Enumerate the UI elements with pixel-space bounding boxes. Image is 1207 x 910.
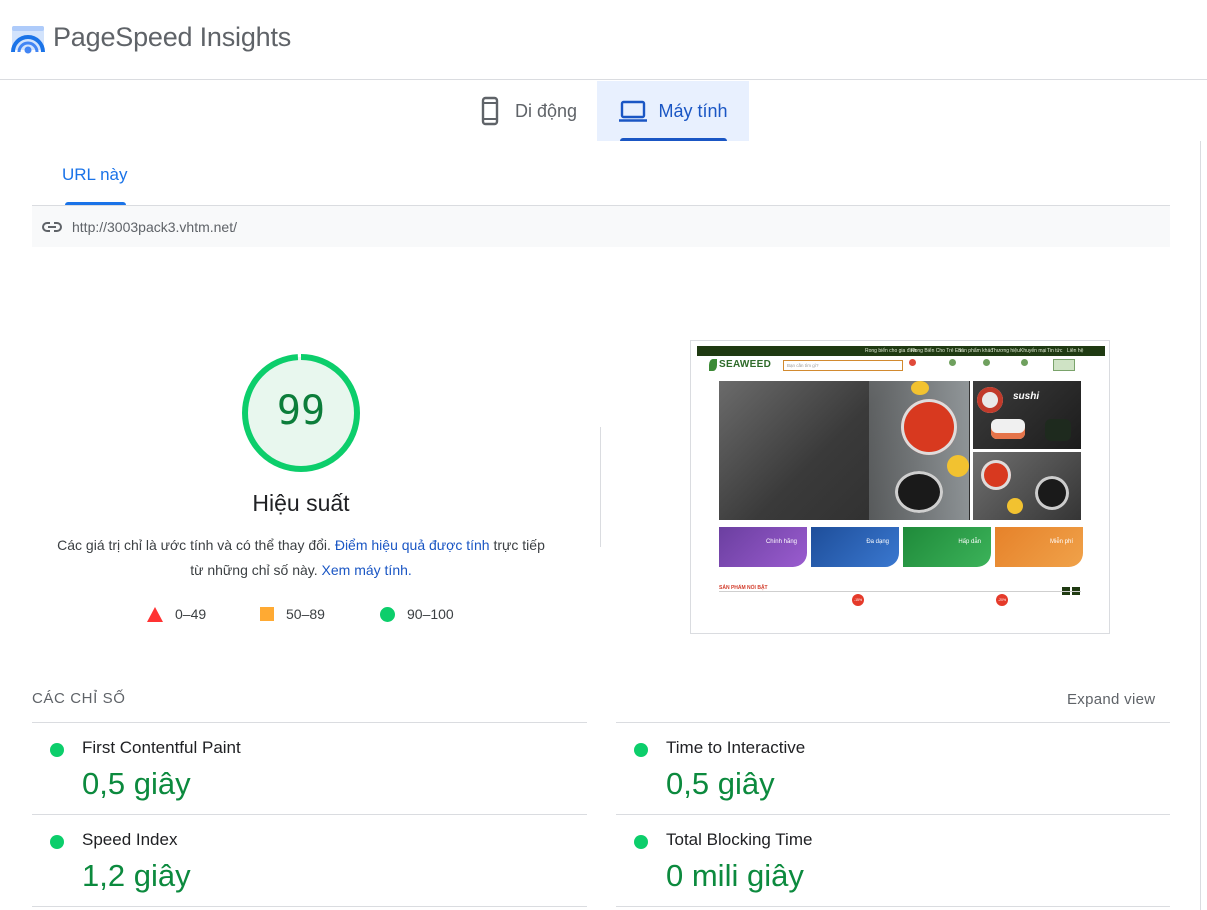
url-bar: http://3003pack3.vhtm.net/: [32, 205, 1170, 247]
metric-divider: [32, 906, 587, 907]
thumb-card: Chính hãng: [719, 527, 807, 567]
triangle-icon: [147, 606, 163, 622]
thumb-card-label: Đa dạng: [866, 539, 889, 545]
thumb-badge-icon: [949, 359, 979, 373]
thumb-search: Bạn cần tìm gì?: [783, 360, 903, 371]
app-title: PageSpeed Insights: [53, 22, 292, 52]
metric-total-blocking-time: Total Blocking Time 0 mili giây: [616, 815, 1171, 905]
square-icon: [260, 607, 274, 621]
pass-circle-icon: [634, 835, 648, 849]
device-tabs: Di động Máy tính: [0, 81, 1207, 141]
metric-first-contentful-paint: First Contentful Paint 0,5 giây: [32, 723, 587, 813]
metrics-title: CÁC CHỈ SỐ: [32, 690, 126, 707]
metric-value: 1,2 giây: [82, 858, 191, 893]
metric-value: 0,5 giây: [666, 766, 775, 801]
thumb-sushi-label: sushi: [1013, 391, 1040, 402]
thumb-sushi-image: sushi: [973, 381, 1081, 449]
thumb-cart-icon: [1053, 359, 1075, 371]
pass-circle-icon: [50, 835, 64, 849]
thumb-card-label: Hấp dẫn: [958, 539, 981, 545]
legend-item-pass: 90–100: [380, 606, 454, 622]
thumb-card-label: Chính hãng: [765, 539, 797, 545]
thumb-nav-link: Thương hiệu: [991, 348, 1020, 354]
thumb-nav-link: Liên hệ: [1067, 348, 1084, 354]
legend-item-average: 50–89: [260, 606, 325, 622]
smartphone-icon: [481, 96, 499, 126]
thumb-topbar: Rong biển cho gia đình Rong Biển Cho Trẻ…: [697, 346, 1105, 356]
thumb-hero-image: [719, 381, 970, 520]
pass-circle-icon: [634, 743, 648, 757]
tab-desktop[interactable]: Máy tính: [597, 81, 749, 141]
thumb-carousel-arrows: [1062, 582, 1082, 595]
thumb-feature-cards: Chính hãng Đa dạng Hấp dẫn Miễn phí: [719, 527, 1083, 567]
metric-divider: [616, 906, 1170, 907]
laptop-icon: [619, 100, 648, 122]
page-screenshot: Rong biển cho gia đình Rong Biển Cho Trẻ…: [690, 340, 1110, 634]
content-border: [1200, 141, 1201, 910]
thumb-caviar-image: [973, 452, 1081, 520]
section-divider: [600, 427, 601, 547]
metric-name: Total Blocking Time: [666, 830, 813, 849]
metric-name: First Contentful Paint: [82, 738, 241, 757]
score-description: Các giá trị chỉ là ước tính và có thể th…: [50, 533, 552, 583]
thumb-delivery-icon: [983, 359, 1013, 373]
thumb-nav-link: Sản phẩm khác: [958, 348, 993, 354]
metric-name: Speed Index: [82, 830, 178, 849]
thumb-divider: [719, 591, 1081, 592]
thumb-nav-link: Khuyến mại: [1020, 348, 1047, 354]
pagespeed-logo-icon: [11, 26, 45, 54]
calculator-link[interactable]: Xem máy tính.: [322, 562, 412, 578]
app-header: PageSpeed Insights: [0, 0, 1207, 80]
tab-mobile[interactable]: Di động: [456, 81, 596, 141]
link-icon: [42, 221, 62, 232]
legend-item-fail: 0–49: [147, 606, 206, 622]
analyzed-url: http://3003pack3.vhtm.net/: [72, 218, 237, 235]
circle-icon: [380, 606, 395, 622]
thumb-card: Miễn phí: [995, 527, 1083, 567]
thumb-card: Đa dạng: [811, 527, 899, 567]
pass-circle-icon: [50, 743, 64, 757]
performance-score-value: 99: [276, 388, 326, 434]
thumb-nav-link: Tin tức: [1047, 348, 1063, 354]
performance-score-label: Hiệu suất: [252, 490, 350, 516]
thumb-phone-icon: [909, 359, 939, 373]
legend-fail-range: 0–49: [175, 606, 207, 622]
thumb-leaf-icon: [709, 359, 717, 371]
metric-value: 0 mili giây: [666, 858, 804, 893]
thumb-brand: SEAWEED: [719, 359, 772, 370]
thumb-discount-badge: -20%: [996, 594, 1008, 606]
metric-value: 0,5 giây: [82, 766, 191, 801]
legend-average-range: 50–89: [286, 606, 325, 622]
thumb-nav-link: Rong Biển Cho Trẻ Em: [911, 348, 963, 354]
score-description-text-1: Các giá trị chỉ là ước tính và có thể th…: [57, 537, 335, 553]
tab-this-url[interactable]: URL này: [62, 165, 128, 185]
legend-pass-range: 90–100: [407, 606, 454, 622]
thumb-nav-link: Rong biển cho gia đình: [865, 348, 917, 354]
thumb-discount-badge: -15%: [852, 594, 864, 606]
metric-name: Time to Interactive: [666, 738, 806, 757]
thumb-store-icon: [1021, 359, 1051, 373]
thumb-card: Hấp dẫn: [903, 527, 991, 567]
metric-speed-index: Speed Index 1,2 giây: [32, 815, 587, 905]
score-calculation-link[interactable]: Điểm hiệu quả được tính: [335, 537, 490, 553]
tab-mobile-label: Di động: [514, 100, 578, 121]
tab-desktop-label: Máy tính: [658, 100, 728, 121]
expand-view-button[interactable]: Expand view: [1067, 691, 1155, 708]
thumb-card-label: Miễn phí: [1049, 539, 1073, 545]
metric-time-to-interactive: Time to Interactive 0,5 giây: [616, 723, 1171, 813]
